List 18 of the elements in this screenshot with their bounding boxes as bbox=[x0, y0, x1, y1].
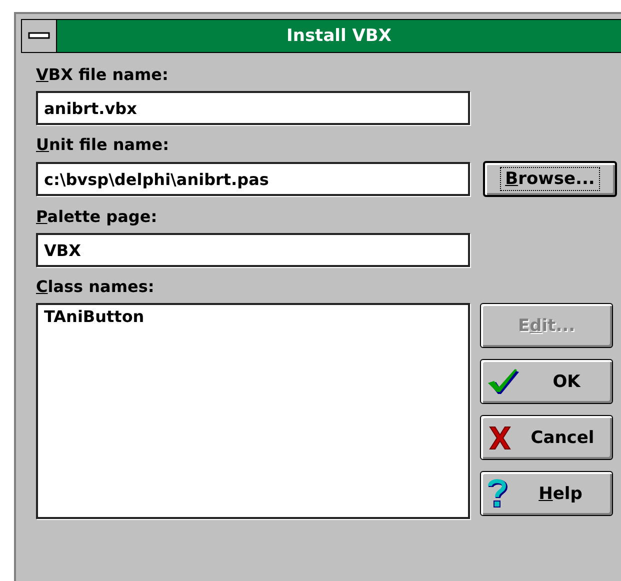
cross-icon bbox=[487, 424, 513, 450]
text-field[interactable]: anibrt.vbx bbox=[36, 91, 470, 125]
checkmark-icon bbox=[487, 368, 521, 396]
question-mark-icon bbox=[487, 478, 509, 508]
cancel-button[interactable]: Cancel bbox=[480, 415, 613, 460]
browse-button[interactable]: Browse... bbox=[483, 161, 617, 197]
bar-icon bbox=[28, 32, 50, 40]
list-item[interactable]: TAniButton bbox=[42, 307, 464, 327]
field-label: Palette page: bbox=[36, 207, 158, 227]
class-list[interactable]: TAniButton bbox=[36, 303, 470, 519]
ok-button[interactable]: OK bbox=[480, 359, 613, 404]
field-label: VBX file name: bbox=[36, 65, 170, 85]
help-button[interactable]: Help bbox=[480, 471, 613, 516]
window-title: Install VBX bbox=[286, 26, 392, 46]
list-label: Class names: bbox=[36, 277, 156, 297]
text-field[interactable]: c:\bvsp\delphi\anibrt.pas bbox=[36, 162, 470, 196]
field-label: Unit file name: bbox=[36, 135, 170, 155]
text-field[interactable]: VBX bbox=[36, 233, 470, 267]
